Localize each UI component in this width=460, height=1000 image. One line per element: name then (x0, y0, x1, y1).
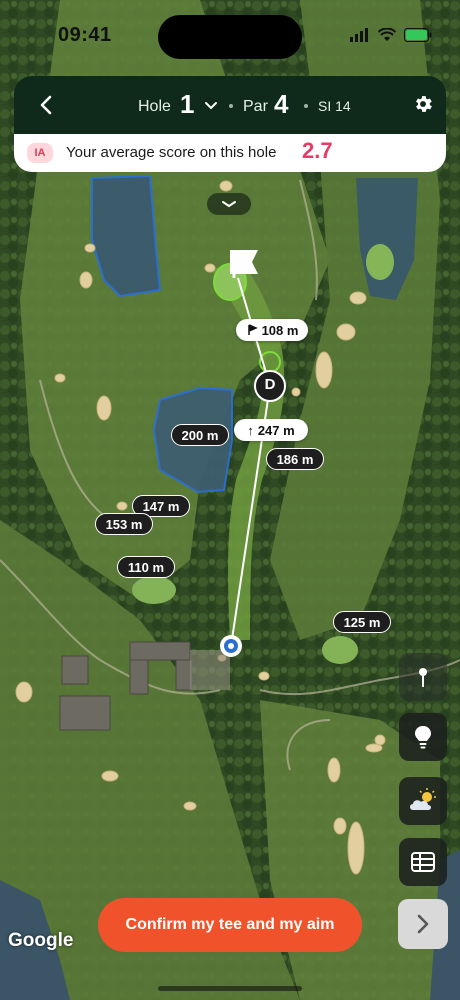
lightbulb-icon (415, 726, 431, 749)
stroke-index: SI 14 (318, 98, 351, 114)
next-button[interactable] (398, 899, 448, 949)
pin-icon (419, 668, 427, 687)
chevron-down-icon (222, 201, 236, 208)
distance-label: 200 m (171, 424, 229, 446)
separator-dot (229, 104, 233, 108)
confirm-tee-aim-button[interactable]: Confirm my tee and my aim (98, 898, 362, 952)
weather-icon (410, 788, 436, 810)
scorecard-button[interactable] (399, 838, 447, 886)
flag-small-icon (247, 324, 258, 335)
distance-label: 110 m (117, 556, 175, 578)
gear-icon[interactable] (412, 93, 434, 115)
tips-button[interactable] (399, 713, 447, 761)
target-label: D (264, 376, 276, 393)
average-score-text: Your average score on this hole (66, 144, 277, 161)
back-icon[interactable] (36, 94, 58, 116)
par-number: 4 (274, 89, 289, 119)
average-score-bar: IA Your average score on this hole 2.7 (14, 134, 446, 172)
ia-badge: IA (27, 143, 53, 163)
weather-button[interactable] (399, 777, 447, 825)
distance-label: 125 m (333, 611, 391, 633)
status-icons (350, 28, 432, 42)
home-indicator[interactable] (158, 986, 302, 991)
separator-dot (304, 104, 308, 108)
google-attribution: Google (8, 930, 74, 951)
wifi-icon (378, 28, 396, 41)
distance-to-green: 108 m (236, 319, 308, 341)
tee-marker[interactable] (220, 635, 242, 657)
pin-button[interactable] (399, 653, 447, 701)
distance-label: 186 m (266, 448, 324, 470)
hole-label: Hole (138, 98, 171, 115)
chevron-right-icon (417, 914, 429, 934)
chevron-down-icon[interactable] (204, 101, 218, 111)
status-time: 09:41 (58, 24, 112, 46)
distance-tee-to-target: ↑ 247 m (234, 419, 308, 441)
average-score-value: 2.7 (302, 138, 333, 163)
dynamic-island (158, 15, 302, 59)
scorecard-icon (411, 852, 435, 872)
distance-label: 153 m (95, 513, 153, 535)
battery-icon (404, 28, 432, 42)
hole-number[interactable]: 1 (180, 89, 194, 120)
collapse-header-button[interactable] (207, 193, 251, 215)
par-label: Par (243, 98, 268, 115)
hole-header: Hole 1 Par 4 SI 14 (14, 76, 446, 134)
signal-icon (350, 28, 368, 42)
